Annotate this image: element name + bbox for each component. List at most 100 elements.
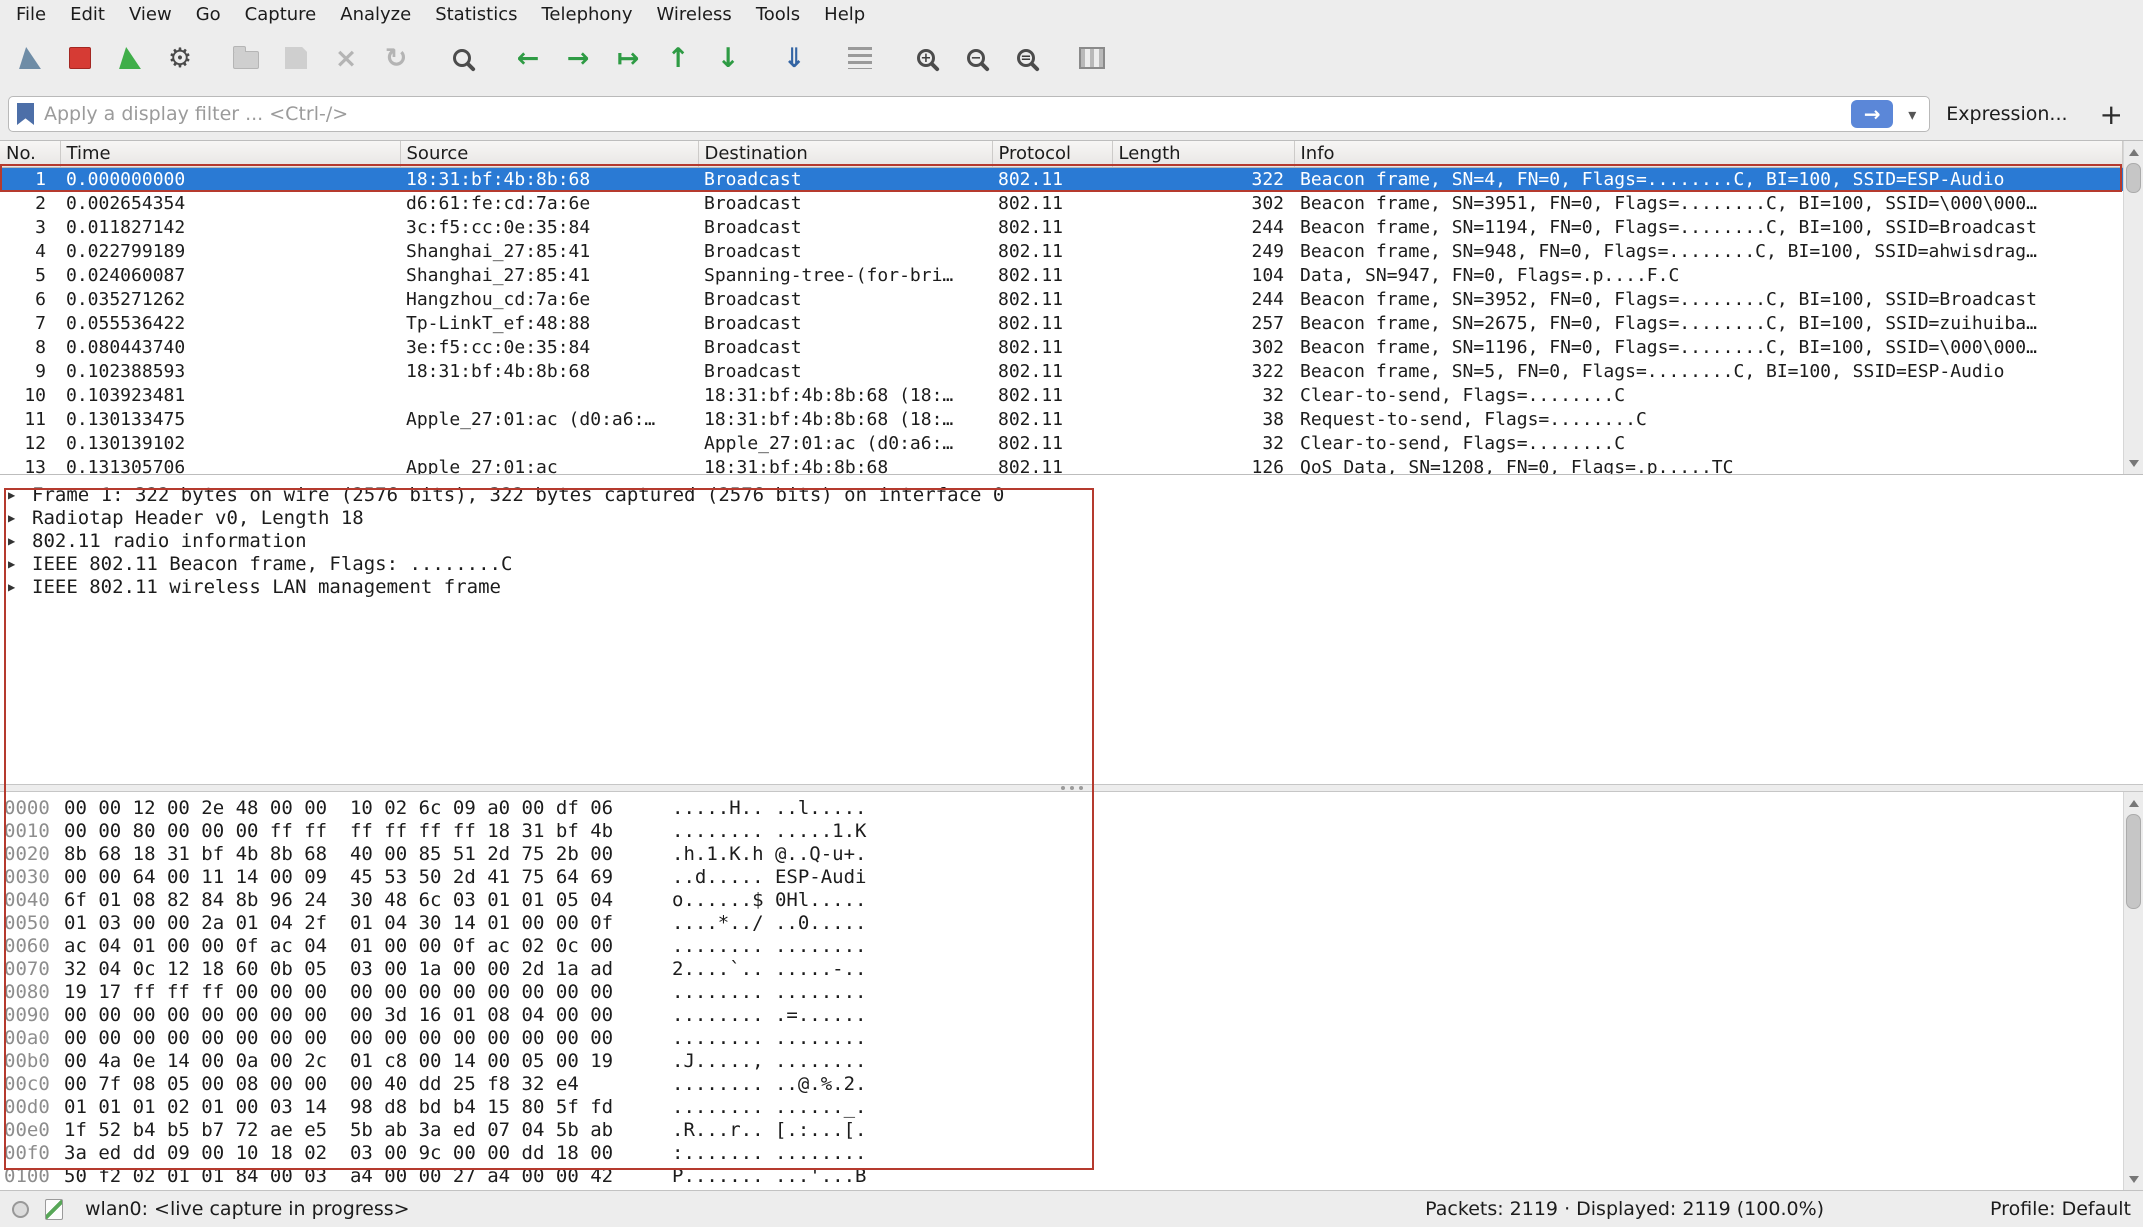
hex-row-00b0[interactable]: 00b000 4a 0e 14 00 0a 00 2c 01 c8 00 14 … [4,1049,2143,1072]
column-header-destination[interactable]: Destination [698,141,992,167]
scroll-up-arrow[interactable] [2124,143,2143,161]
scrollbar-thumb[interactable] [2126,163,2141,193]
hex-row-00f0[interactable]: 00f03a ed dd 09 00 10 18 02 03 00 9c 00 … [4,1141,2143,1164]
bookmark-icon[interactable] [17,103,34,125]
restart-capture-button[interactable] [106,35,154,81]
packet-row-11[interactable]: 110.130133475Apple_27:01:ac (d0:a6:…18:3… [0,407,2123,431]
cell-info: Beacon frame, SN=3952, FN=0, Flags=.....… [1294,287,2123,311]
go-forward-button[interactable]: → [554,35,602,81]
packet-row-13[interactable]: 130.131305706Apple_27:01:ac18:31:bf:4b:8… [0,455,2123,474]
menu-item-file[interactable]: File [4,4,58,25]
hex-row-0020[interactable]: 00208b 68 18 31 bf 4b 8b 68 40 00 85 51 … [4,842,2143,865]
expander-icon[interactable] [6,488,32,502]
packet-row-4[interactable]: 40.022799189Shanghai_27:85:41Broadcast80… [0,239,2123,263]
column-header-no[interactable]: No. [0,141,60,167]
hex-row-0010[interactable]: 001000 00 80 00 00 00 ff ff ff ff ff ff … [4,819,2143,842]
hex-row-0030[interactable]: 003000 00 64 00 11 14 00 09 45 53 50 2d … [4,865,2143,888]
zoom-out-button[interactable]: − [952,35,1000,81]
menu-item-tools[interactable]: Tools [744,4,812,25]
expander-icon[interactable] [6,534,32,548]
hex-row-00c0[interactable]: 00c000 7f 08 05 00 08 00 00 00 40 dd 25 … [4,1072,2143,1095]
cell-time: 0.130133475 [60,407,400,431]
profile-text[interactable]: Profile: Default [1990,1198,2131,1220]
display-filter-input[interactable] [44,99,1841,129]
packet-row-6[interactable]: 60.035271262Hangzhou_cd:7a:6eBroadcast80… [0,287,2123,311]
menu-item-telephony[interactable]: Telephony [529,4,644,25]
hex-row-0050[interactable]: 005001 03 00 00 2a 01 04 2f 01 04 30 14 … [4,911,2143,934]
expression-button[interactable]: Expression... [1940,103,2073,125]
add-filter-button[interactable]: + [2084,98,2135,131]
auto-scroll-button[interactable]: ⇓ [770,35,818,81]
find-packet-button[interactable] [438,35,486,81]
zoom-in-button[interactable]: + [902,35,950,81]
hex-row-00d0[interactable]: 00d001 01 01 02 01 00 03 14 98 d8 bd b4 … [4,1095,2143,1118]
packet-row-8[interactable]: 80.0804437403e:f5:cc:0e:35:84Broadcast80… [0,335,2123,359]
resize-columns-button[interactable] [1068,35,1116,81]
start-capture-button[interactable] [6,35,54,81]
detail-line-1[interactable]: Frame 1: 322 bytes on wire (2576 bits), … [6,483,2143,506]
hex-row-0080[interactable]: 008019 17 ff ff ff 00 00 00 00 00 00 00 … [4,980,2143,1003]
scroll-up-arrow[interactable] [2124,794,2143,812]
packet-row-10[interactable]: 100.10392348118:31:bf:4b:8b:68 (18:…802.… [0,383,2123,407]
cell-source: Tp-LinkT_ef:48:88 [400,311,698,335]
expert-status-icon[interactable] [12,1201,29,1218]
menu-item-analyze[interactable]: Analyze [328,4,423,25]
scrollbar-thumb[interactable] [2126,814,2141,909]
pane-splitter[interactable] [0,784,2143,792]
column-header-source[interactable]: Source [400,141,698,167]
hex-row-0060[interactable]: 0060ac 04 01 00 00 0f ac 04 01 00 00 0f … [4,934,2143,957]
packet-row-9[interactable]: 90.10238859318:31:bf:4b:8b:68Broadcast80… [0,359,2123,383]
column-header-info[interactable]: Info [1294,141,2123,167]
go-back-button[interactable]: ← [504,35,552,81]
packet-row-12[interactable]: 120.130139102Apple_27:01:ac (d0:a6:…802.… [0,431,2123,455]
detail-line-3[interactable]: 802.11 radio information [6,529,2143,552]
menu-item-capture[interactable]: Capture [233,4,329,25]
packet-row-5[interactable]: 50.024060087Shanghai_27:85:41Spanning-tr… [0,263,2123,287]
hex-scrollbar[interactable] [2123,792,2143,1190]
menu-item-go[interactable]: Go [184,4,233,25]
hex-row-0040[interactable]: 00406f 01 08 82 84 8b 96 24 30 48 6c 03 … [4,888,2143,911]
scroll-down-arrow[interactable] [2124,454,2143,472]
hex-row-0070[interactable]: 007032 04 0c 12 18 60 0b 05 03 00 1a 00 … [4,957,2143,980]
hex-row-0000[interactable]: 000000 00 12 00 2e 48 00 00 10 02 6c 09 … [4,796,2143,819]
packet-row-7[interactable]: 70.055536422Tp-LinkT_ef:48:88Broadcast80… [0,311,2123,335]
hex-row-0090[interactable]: 009000 00 00 00 00 00 00 00 00 3d 16 01 … [4,1003,2143,1026]
menu-item-wireless[interactable]: Wireless [644,4,743,25]
filter-dropdown-chevron-icon[interactable] [1903,105,1921,124]
packet-row-2[interactable]: 20.002654354d6:61:fe:cd:7a:6eBroadcast80… [0,191,2123,215]
hex-row-0100[interactable]: 010050 f2 02 01 01 84 00 03 a4 00 00 27 … [4,1164,2143,1187]
filter-toolbar: Expression... + [0,88,2143,140]
hex-row-00a0[interactable]: 00a000 00 00 00 00 00 00 00 00 00 00 00 … [4,1026,2143,1049]
column-header-time[interactable]: Time [60,141,400,167]
packet-row-1[interactable]: 10.00000000018:31:bf:4b:8b:68Broadcast80… [0,167,2123,191]
display-filter-field[interactable] [8,96,1930,132]
packet-list-scrollbar[interactable] [2123,141,2143,474]
go-to-packet-button[interactable]: ↦ [604,35,652,81]
menu-item-help[interactable]: Help [812,4,877,25]
capture-comment-icon[interactable] [45,1199,63,1220]
column-header-length[interactable]: Length [1112,141,1294,167]
expander-icon[interactable] [6,511,32,525]
menu-item-statistics[interactable]: Statistics [423,4,529,25]
detail-line-5[interactable]: IEEE 802.11 wireless LAN management fram… [6,575,2143,598]
column-header-protocol[interactable]: Protocol [992,141,1112,167]
go-to-first-button[interactable]: ↑ [654,35,702,81]
auto-scroll-icon: ⇓ [783,45,806,72]
apply-filter-button[interactable] [1851,100,1893,128]
expander-icon[interactable] [6,580,32,594]
detail-line-2[interactable]: Radiotap Header v0, Length 18 [6,506,2143,529]
packet-row-3[interactable]: 30.0118271423c:f5:cc:0e:35:84Broadcast80… [0,215,2123,239]
hex-ascii: o......$ 0Hl..... [672,889,866,911]
scroll-down-arrow[interactable] [2124,1170,2143,1188]
detail-line-4[interactable]: IEEE 802.11 Beacon frame, Flags: .......… [6,552,2143,575]
menu-item-view[interactable]: View [117,4,184,25]
menu-item-edit[interactable]: Edit [58,4,117,25]
expander-icon[interactable] [6,557,32,571]
hex-row-00e0[interactable]: 00e01f 52 b4 b5 b7 72 ae e5 5b ab 3a ed … [4,1118,2143,1141]
colorize-packets-button[interactable] [836,35,884,81]
zoom-reset-button[interactable]: = [1002,35,1050,81]
stop-capture-button[interactable] [56,35,104,81]
hex-bytes: 01 03 00 00 2a 01 04 2f 01 04 30 14 01 0… [64,912,664,934]
go-to-last-button[interactable]: ↓ [704,35,752,81]
capture-options-button[interactable]: ⚙ [156,35,204,81]
